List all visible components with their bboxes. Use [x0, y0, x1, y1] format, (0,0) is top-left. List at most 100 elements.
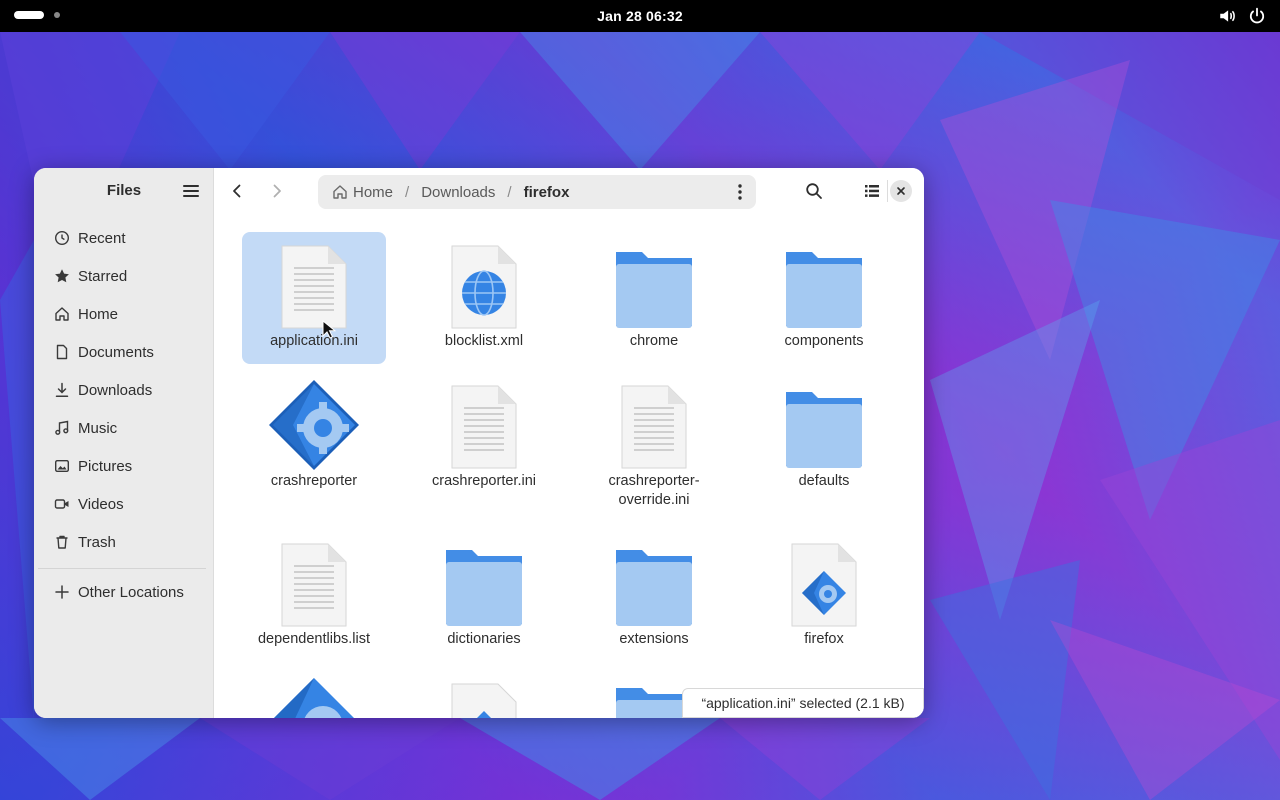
file-item-partial[interactable]	[242, 670, 386, 718]
volume-icon[interactable]	[1218, 7, 1236, 25]
file-item-firefox[interactable]: firefox	[752, 530, 896, 662]
sidebar-item-trash[interactable]: Trash	[42, 523, 206, 561]
folder-item-chrome[interactable]: chrome	[582, 232, 726, 364]
files-window: Files Recent Starred Home Documents Down…	[34, 168, 924, 718]
file-item-blocklist-xml[interactable]: blocklist.xml	[412, 232, 556, 364]
folder-icon	[616, 252, 692, 328]
text-file-icon	[281, 245, 347, 329]
file-thumbnail	[609, 538, 699, 628]
search-button[interactable]	[803, 180, 825, 202]
sidebar-divider	[38, 568, 206, 569]
sidebar-item-label: Pictures	[78, 457, 133, 475]
sidebar-item-documents[interactable]: Documents	[42, 333, 206, 371]
text-file-icon	[621, 385, 687, 469]
path-options-icon[interactable]	[732, 183, 748, 201]
file-thumbnail	[779, 538, 869, 628]
breadcrumb-label: Downloads	[421, 183, 496, 201]
star-icon	[55, 269, 69, 283]
file-item-dependentlibs-list[interactable]: dependentlibs.list	[242, 530, 386, 662]
file-item-crashreporter-ini[interactable]: crashreporter.ini	[412, 372, 556, 522]
sidebar-item-recent[interactable]: Recent	[42, 219, 206, 257]
file-thumbnail	[439, 380, 529, 470]
sidebar-item-home[interactable]: Home	[42, 295, 206, 333]
view-divider	[887, 180, 888, 202]
sidebar-item-label: Home	[78, 305, 119, 323]
file-name: extensions	[619, 631, 689, 647]
file-thumbnail	[269, 240, 359, 330]
list-view-icon	[865, 185, 879, 197]
web-file-icon	[451, 245, 517, 329]
forward-button[interactable]	[265, 179, 289, 203]
file-thumbnail	[779, 240, 869, 330]
hamburger-menu-icon[interactable]	[180, 181, 202, 201]
path-bar: Home / Downloads / firefox	[318, 175, 756, 209]
file-name: components	[784, 333, 864, 349]
sidebar-item-videos[interactable]: Videos	[42, 485, 206, 523]
home-icon	[333, 185, 347, 199]
sidebar: Files Recent Starred Home Documents Down…	[34, 168, 214, 718]
file-item-crashreporter[interactable]: crashreporter	[242, 372, 386, 522]
file-name: defaults	[798, 473, 850, 489]
header-bar: Home / Downloads / firefox	[214, 168, 924, 214]
file-item-partial[interactable]	[412, 670, 556, 718]
breadcrumb-label: firefox	[523, 183, 570, 201]
clock-icon	[54, 230, 70, 246]
search-icon	[806, 183, 822, 199]
sidebar-item-label: Downloads	[78, 381, 153, 399]
executable-icon	[269, 380, 359, 470]
file-name: chrome	[629, 333, 679, 349]
top-bar: Jan 28 06:32	[0, 0, 1280, 32]
text-file-icon	[281, 543, 347, 627]
file-thumbnail	[269, 380, 359, 470]
breadcrumb-separator: /	[507, 183, 512, 201]
breadcrumb-current[interactable]: firefox	[524, 184, 570, 201]
folder-icon	[616, 550, 692, 626]
sidebar-item-downloads[interactable]: Downloads	[42, 371, 206, 409]
file-name: blocklist.xml	[444, 333, 524, 349]
sidebar-item-pictures[interactable]: Pictures	[42, 447, 206, 485]
folder-item-extensions[interactable]: extensions	[582, 530, 726, 662]
executable-file-icon	[451, 683, 517, 718]
file-name: crashreporter.ini	[432, 473, 536, 489]
folder-item-dictionaries[interactable]: dictionaries	[412, 530, 556, 662]
file-name: crashreporter	[270, 473, 358, 489]
close-button[interactable]	[890, 180, 912, 202]
file-name: dictionaries	[447, 631, 521, 647]
folder-item-defaults[interactable]: defaults	[752, 372, 896, 522]
file-thumbnail	[439, 240, 529, 330]
sidebar-item-label: Other Locations	[78, 583, 184, 601]
sidebar-places: Recent Starred Home Documents Downloads …	[42, 219, 206, 561]
sidebar-item-label: Trash	[78, 533, 116, 551]
breadcrumb-downloads[interactable]: Downloads	[421, 184, 495, 201]
view-mode-button[interactable]	[861, 180, 883, 202]
sidebar-item-label: Videos	[78, 495, 124, 513]
file-name: dependentlibs.list	[257, 631, 371, 647]
music-icon	[55, 420, 69, 435]
power-icon[interactable]	[1248, 7, 1266, 25]
folder-item-components[interactable]: components	[752, 232, 896, 364]
file-name: application.ini	[270, 333, 358, 349]
file-thumbnail	[779, 380, 869, 470]
file-item-application-ini[interactable]: application.ini	[242, 232, 386, 364]
plus-icon	[55, 585, 69, 599]
system-tray[interactable]	[1218, 7, 1266, 25]
file-thumbnail	[609, 240, 699, 330]
chevron-right-icon	[273, 184, 281, 198]
other-locations: Other Locations	[42, 573, 206, 611]
home-icon	[55, 307, 69, 321]
breadcrumb-home[interactable]: Home	[332, 184, 393, 201]
sidebar-item-music[interactable]: Music	[42, 409, 206, 447]
sidebar-item-starred[interactable]: Starred	[42, 257, 206, 295]
clock[interactable]: Jan 28 06:32	[0, 8, 1280, 24]
folder-icon	[786, 252, 862, 328]
video-icon	[54, 499, 69, 509]
mouse-pointer-icon	[322, 320, 336, 339]
document-icon	[56, 344, 68, 360]
back-button[interactable]	[225, 179, 249, 203]
text-file-icon	[451, 385, 517, 469]
file-item-crashreporter-override-ini[interactable]: crashreporter-override.ini	[582, 372, 726, 522]
breadcrumb-label: Home	[353, 183, 394, 201]
trash-icon	[56, 535, 68, 549]
sidebar-item-other-locations[interactable]: Other Locations	[42, 573, 206, 611]
folder-icon	[446, 550, 522, 626]
